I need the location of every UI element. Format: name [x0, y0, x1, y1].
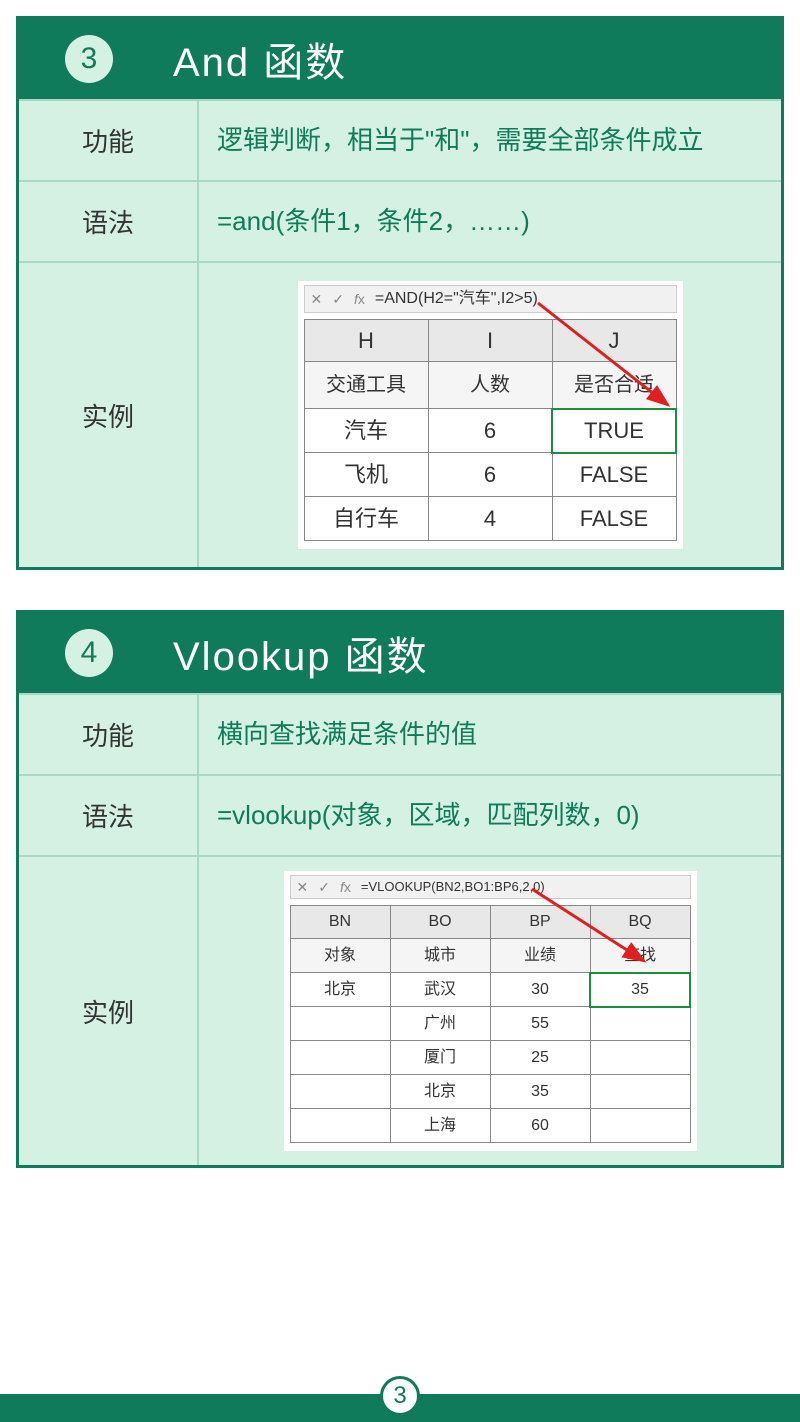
cancel-icon: ✕ [311, 289, 323, 310]
col-header: BN [290, 906, 390, 939]
table-cell: 25 [490, 1041, 590, 1075]
card-number-badge: 3 [65, 35, 113, 83]
table-cell: 上海 [390, 1109, 490, 1143]
syntax-text: =vlookup(对象，区域，匹配列数，0) [199, 776, 781, 855]
check-icon: ✓ [318, 877, 330, 898]
formula-bar: ✕ ✓ fx =VLOOKUP(BN2,BO1:BP6,2,0) [290, 875, 691, 899]
table-cell: 60 [490, 1109, 590, 1143]
formula-text: =VLOOKUP(BN2,BO1:BP6,2,0) [361, 877, 545, 897]
function-description: 横向查找满足条件的值 [199, 695, 781, 774]
example-screenshot: ✕ ✓ fx =VLOOKUP(BN2,BO1:BP6,2,0) BN BO B… [284, 871, 697, 1151]
table-cell: 武汉 [390, 973, 490, 1007]
table-cell: 6 [428, 409, 552, 453]
table-cell: FALSE [552, 497, 676, 541]
table-cell: 4 [428, 497, 552, 541]
col-header: BQ [590, 906, 690, 939]
card-number-badge: 4 [65, 629, 113, 677]
table-cell: 55 [490, 1007, 590, 1041]
table-cell: 北京 [390, 1075, 490, 1109]
syntax-text: =and(条件1，条件2，……) [199, 182, 781, 261]
card-header: 3 And 函数 [19, 19, 781, 99]
table-cell: 厦门 [390, 1041, 490, 1075]
table-header-cell: 交通工具 [304, 362, 428, 409]
table-cell: 飞机 [304, 453, 428, 497]
row-label-syntax: 语法 [19, 776, 199, 855]
table-cell: FALSE [552, 453, 676, 497]
table-cell-selected: TRUE [552, 409, 676, 453]
row-label-syntax: 语法 [19, 182, 199, 261]
row-label-function: 功能 [19, 101, 199, 180]
function-description: 逻辑判断，相当于"和"，需要全部条件成立 [199, 101, 781, 180]
row-label-example: 实例 [19, 857, 199, 1165]
table-cell [590, 1041, 690, 1075]
col-header: BO [390, 906, 490, 939]
table-cell: 自行车 [304, 497, 428, 541]
function-card-and: 3 And 函数 功能 逻辑判断，相当于"和"，需要全部条件成立 语法 =and… [16, 16, 784, 570]
table-cell [590, 1007, 690, 1041]
table-cell-selected: 35 [590, 973, 690, 1007]
table-cell [290, 1041, 390, 1075]
card-header: 4 Vlookup 函数 [19, 613, 781, 693]
table-header-cell: 对象 [290, 939, 390, 973]
cancel-icon: ✕ [297, 877, 309, 898]
example-screenshot: ✕ ✓ fx =AND(H2="汽车",I2>5) H I J 交通工具 人数 … [298, 281, 683, 549]
row-label-function: 功能 [19, 695, 199, 774]
table-header-cell: 城市 [390, 939, 490, 973]
col-header: I [428, 320, 552, 362]
table-cell: 35 [490, 1075, 590, 1109]
table-header-cell: 人数 [428, 362, 552, 409]
row-label-example: 实例 [19, 263, 199, 567]
table-cell [290, 1109, 390, 1143]
table-cell [590, 1075, 690, 1109]
table-header-cell: 业绩 [490, 939, 590, 973]
example-table: BN BO BP BQ 对象 城市 业绩 查找 北京 武汉 30 [290, 905, 691, 1143]
table-cell [290, 1007, 390, 1041]
check-icon: ✓ [332, 289, 344, 310]
formula-bar: ✕ ✓ fx =AND(H2="汽车",I2>5) [304, 285, 677, 313]
card-title: And 函数 [173, 30, 347, 88]
col-header: H [304, 320, 428, 362]
example-table: H I J 交通工具 人数 是否合适 汽车 6 TRUE [304, 319, 677, 541]
table-cell: 汽车 [304, 409, 428, 453]
formula-text: =AND(H2="汽车",I2>5) [375, 287, 538, 311]
table-header-cell: 查找 [590, 939, 690, 973]
table-header-cell: 是否合适 [552, 362, 676, 409]
table-cell: 6 [428, 453, 552, 497]
col-header: J [552, 320, 676, 362]
table-cell: 广州 [390, 1007, 490, 1041]
fx-icon: fx [340, 877, 351, 898]
table-cell: 30 [490, 973, 590, 1007]
function-card-vlookup: 4 Vlookup 函数 功能 横向查找满足条件的值 语法 =vlookup(对… [16, 610, 784, 1168]
table-cell: 北京 [290, 973, 390, 1007]
table-cell [590, 1109, 690, 1143]
table-cell [290, 1075, 390, 1109]
fx-icon: fx [354, 289, 365, 310]
page-number-badge: 3 [380, 1376, 420, 1416]
col-header: BP [490, 906, 590, 939]
card-title: Vlookup 函数 [173, 624, 429, 682]
